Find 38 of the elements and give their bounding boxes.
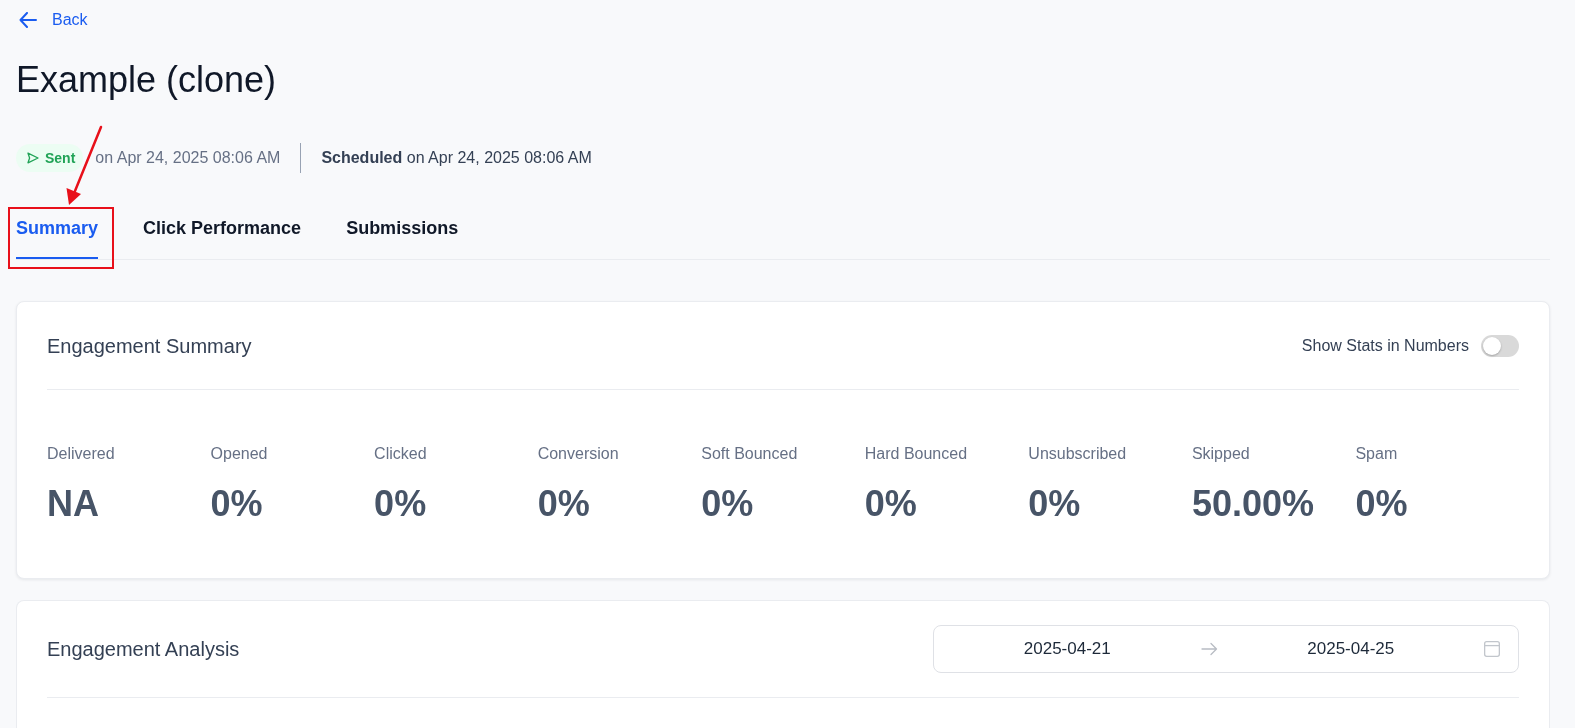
end-date-field[interactable]: 2025-04-25: [1217, 636, 1484, 662]
stat-label: Delivered: [47, 444, 116, 464]
card-title: Engagement Summary: [47, 333, 252, 359]
sent-time: on Apr 24, 2025 08:06 AM: [95, 148, 281, 168]
stat-label: Hard Bounced: [864, 444, 969, 464]
stat-label: Skipped: [1191, 444, 1251, 464]
tab[interactable]: Submissions: [346, 215, 459, 259]
stat-value: NA: [47, 482, 100, 526]
send-icon: [27, 152, 39, 164]
stat-value: 0%: [701, 482, 755, 526]
start-date-field[interactable]: 2025-04-21: [934, 636, 1201, 662]
date-range-picker[interactable]: 2025-04-21 2025-04-25: [933, 625, 1519, 673]
stat-label: Conversion: [537, 444, 620, 464]
stat-value: 50.00%: [1191, 482, 1315, 526]
stat-value: 0%: [864, 482, 918, 526]
toggle-switch[interactable]: [1481, 334, 1519, 357]
stat-value: 0%: [1355, 482, 1409, 526]
calendar-icon: [1484, 641, 1500, 657]
stat-label: Unsubscribed: [1028, 444, 1128, 464]
arrow-left-icon: [19, 12, 37, 28]
stat-label: Clicked: [374, 444, 428, 464]
back-link[interactable]: Back: [16, 8, 88, 32]
stat-label: Soft Bounced: [701, 444, 799, 464]
stat-value: 0%: [1028, 482, 1082, 526]
stat-value: 0%: [210, 482, 264, 526]
tab[interactable]: Click Performance: [143, 215, 302, 259]
toggle-label: Show Stats in Numbers: [1301, 335, 1469, 356]
status-badge: Sent: [16, 144, 84, 172]
stat-label: Spam: [1355, 444, 1399, 464]
stat-value: 0%: [537, 482, 591, 526]
scheduled-time: on Apr 24, 2025 08:06 AM: [406, 148, 592, 168]
stat-value: 0%: [374, 482, 428, 526]
tab[interactable]: Summary: [16, 215, 99, 259]
stat-label: Opened: [210, 444, 269, 464]
scheduled-label: Scheduled: [321, 148, 403, 168]
arrow-right-icon: [1200, 642, 1218, 656]
page-title: Example (clone): [16, 58, 278, 102]
card-title: Engagement Analysis: [47, 637, 240, 662]
